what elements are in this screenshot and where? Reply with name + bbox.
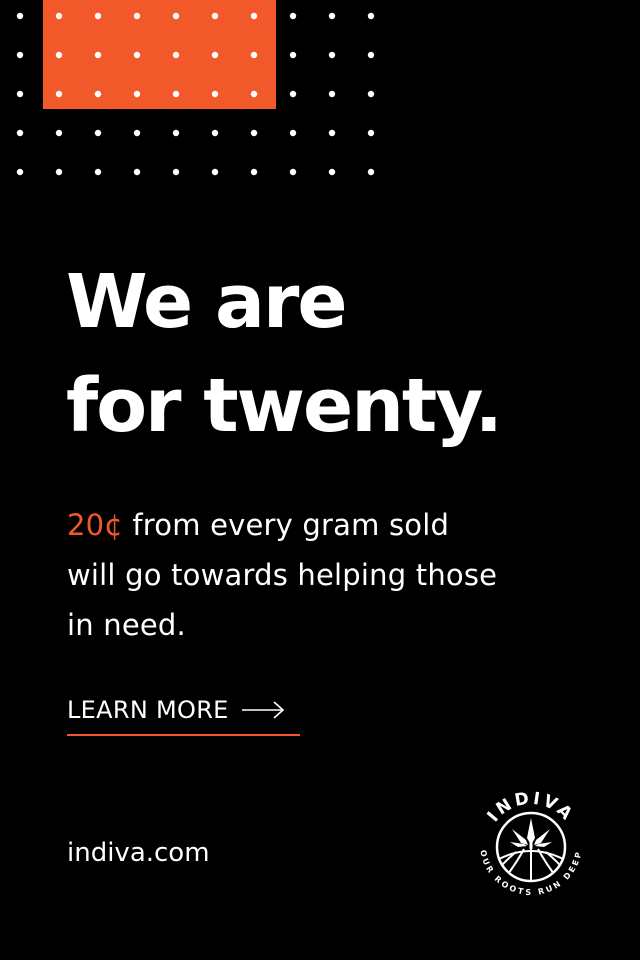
grid-dot xyxy=(211,129,219,137)
grid-dot xyxy=(16,129,24,137)
grid-dot xyxy=(289,129,297,137)
grid-dot xyxy=(328,129,336,137)
grid-dot xyxy=(55,12,63,20)
headline: We are for twenty. xyxy=(66,250,503,458)
grid-dot xyxy=(211,51,219,59)
grid-dot xyxy=(94,90,102,98)
grid-dot xyxy=(289,90,297,98)
grid-dot xyxy=(133,129,141,137)
grid-dot xyxy=(55,51,63,59)
grid-dot xyxy=(172,51,180,59)
grid-dot xyxy=(16,51,24,59)
grid-dot xyxy=(133,12,141,20)
grid-dot xyxy=(94,168,102,176)
grid-dot xyxy=(211,12,219,20)
body-copy: 20¢ from every gram sold will go towards… xyxy=(67,500,587,650)
grid-dot xyxy=(133,51,141,59)
grid-dot xyxy=(367,90,375,98)
learn-more-label: LEARN MORE xyxy=(67,696,229,724)
grid-dot xyxy=(289,12,297,20)
grid-dot xyxy=(172,129,180,137)
grid-dot xyxy=(250,168,258,176)
grid-dot xyxy=(55,168,63,176)
grid-dot xyxy=(211,90,219,98)
grid-dot xyxy=(289,51,297,59)
grid-dot xyxy=(94,51,102,59)
grid-dot xyxy=(16,168,24,176)
grid-dot xyxy=(328,168,336,176)
grid-dot xyxy=(367,129,375,137)
indiva-logo: INDIVA OUR ROOTS RUN DEEP xyxy=(478,788,581,897)
grid-dot xyxy=(328,90,336,98)
grid-dot xyxy=(133,90,141,98)
grid-dot xyxy=(250,90,258,98)
price-highlight: 20¢ xyxy=(67,508,123,542)
grid-dot xyxy=(211,168,219,176)
grid-dot xyxy=(367,51,375,59)
dot-grid-pattern xyxy=(16,12,375,176)
grid-dot xyxy=(172,12,180,20)
website-link[interactable]: indiva.com xyxy=(67,838,210,868)
grid-dot xyxy=(250,12,258,20)
arrow-right-icon xyxy=(241,701,284,719)
grid-dot xyxy=(133,168,141,176)
grid-dot xyxy=(94,129,102,137)
body-line-3: in need. xyxy=(67,608,186,642)
headline-line-2: for twenty. xyxy=(66,363,503,449)
grid-dot xyxy=(172,168,180,176)
grid-dot xyxy=(94,12,102,20)
learn-more-link[interactable]: LEARN MORE xyxy=(67,696,300,736)
grid-dot xyxy=(250,129,258,137)
headline-line-1: We are xyxy=(66,259,348,345)
grid-dot xyxy=(367,168,375,176)
grid-dot xyxy=(328,51,336,59)
grid-dot xyxy=(289,168,297,176)
grid-dot xyxy=(55,129,63,137)
body-line-1: from every gram sold xyxy=(122,508,450,542)
grid-dot xyxy=(16,90,24,98)
grid-dot xyxy=(172,90,180,98)
grid-dot xyxy=(328,12,336,20)
body-line-2: will go towards helping those xyxy=(67,558,498,592)
ad-banner: We are for twenty. 20¢ from every gram s… xyxy=(0,0,640,960)
grid-dot xyxy=(55,90,63,98)
grid-dot xyxy=(367,12,375,20)
grid-dot xyxy=(16,12,24,20)
grid-dot xyxy=(250,51,258,59)
